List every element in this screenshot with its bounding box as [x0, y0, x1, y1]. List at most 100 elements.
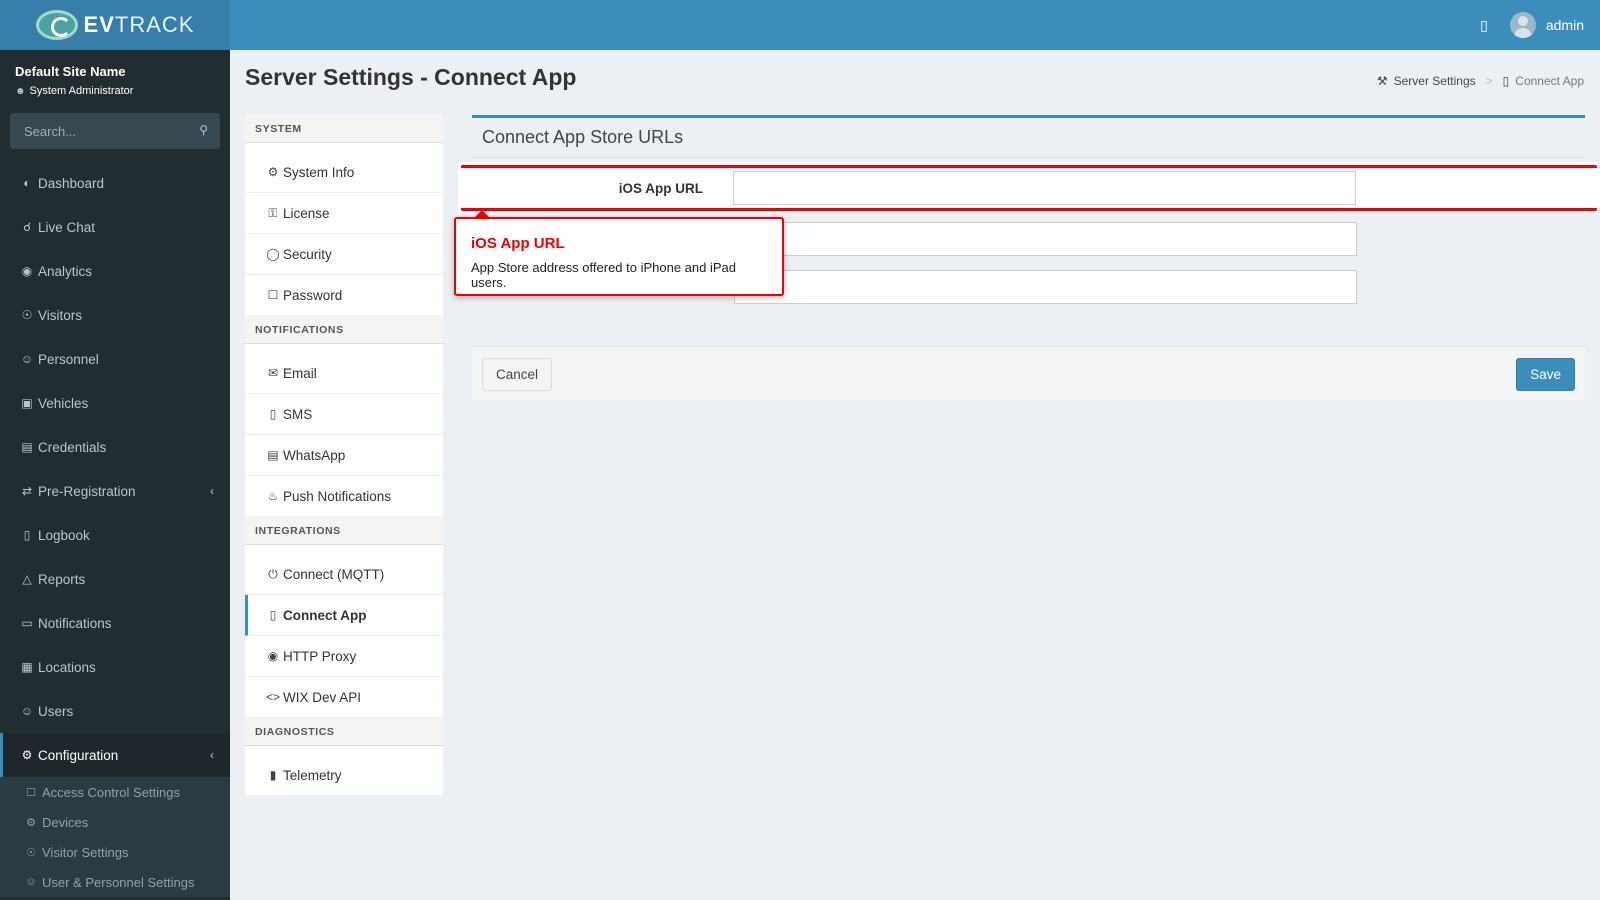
- shield-icon: ◯: [266, 247, 280, 261]
- sidebar-subitem-visitor-settings[interactable]: ☉ Visitor Settings: [0, 837, 230, 867]
- sidebar-item-reports[interactable]: △ Reports: [0, 557, 230, 601]
- sidebar-item-locations[interactable]: ▦ Locations: [0, 645, 230, 689]
- sidebar-item-live-chat[interactable]: ☌ Live Chat: [0, 205, 230, 249]
- sidebar-item-label: Dashboard: [38, 175, 105, 191]
- menu-item-password[interactable]: ☐ Password: [245, 275, 443, 316]
- menu-item-label: Connect App: [283, 607, 367, 623]
- search-input[interactable]: [10, 113, 220, 149]
- sidebar-item-vehicles[interactable]: ▣ Vehicles: [0, 381, 230, 425]
- menu-item-connect-mqtt[interactable]: ⏻ Connect (MQTT): [245, 554, 443, 595]
- menu-item-label: Connect (MQTT): [283, 566, 385, 582]
- sidebar-item-label: Personnel: [38, 351, 99, 367]
- sidebar-subitem-user-personnel[interactable]: ☺ User & Personnel Settings: [0, 867, 230, 897]
- sidebar-item-dashboard[interactable]: ◐ Dashboard: [0, 161, 230, 205]
- users-icon: ☺: [25, 876, 37, 888]
- menu-item-label: SMS: [283, 406, 313, 422]
- gear-icon: ⚙: [21, 748, 33, 762]
- eye-icon: ☉: [21, 308, 33, 322]
- page-title: Server Settings - Connect App: [245, 64, 577, 90]
- menu-item-label: Password: [283, 287, 343, 303]
- chart-icon: △: [22, 572, 32, 586]
- analytics-icon: ◉: [21, 264, 33, 278]
- menu-item-email[interactable]: ✉ Email: [245, 353, 443, 394]
- sidebar-item-label: Logbook: [38, 527, 90, 543]
- mobile-icon: ▯: [1502, 74, 1510, 88]
- avatar: [1509, 12, 1536, 38]
- sidebar-item-label: Visitors: [38, 307, 83, 323]
- personnel-icon: ☺: [20, 352, 34, 366]
- menu-header-integrations: INTEGRATIONS: [245, 517, 443, 545]
- sidebar-subitem-access-control[interactable]: ☐ Access Control Settings: [0, 777, 230, 807]
- menu-item-security[interactable]: ◯ Security: [245, 234, 443, 275]
- car-icon: ▣: [21, 396, 33, 410]
- menu-item-wix-dev-api[interactable]: <> WIX Dev API: [245, 677, 443, 718]
- mobile-icon: ▯: [269, 407, 277, 421]
- breadcrumb-current: Connect App: [1515, 74, 1584, 88]
- tooltip-body: App Store address offered to iPhone and …: [471, 260, 737, 290]
- sidebar-item-credentials[interactable]: ▤ Credentials: [0, 425, 230, 469]
- message-icon: ▤: [267, 448, 279, 462]
- user-name: admin: [1545, 17, 1584, 33]
- brand-name: EVTRACK: [83, 12, 195, 37]
- ios-url-label: iOS App URL: [618, 180, 703, 196]
- sidebar-subitem-label: Access Control Settings: [42, 784, 181, 800]
- sidebar-item-label: Live Chat: [38, 219, 96, 235]
- plug-icon: ⏻: [268, 566, 278, 581]
- breadcrumb-parent[interactable]: Server Settings: [1394, 74, 1476, 88]
- search-icon[interactable]: ⚲: [199, 123, 208, 137]
- building-icon[interactable]: ▯: [1480, 17, 1488, 34]
- android-url-input[interactable]: [734, 222, 1357, 256]
- sidebar-item-notifications[interactable]: ▭ Notifications: [0, 601, 230, 645]
- sidebar-item-label: Users: [38, 703, 74, 719]
- third-url-input[interactable]: [734, 270, 1357, 304]
- book-icon: ▯: [23, 528, 31, 542]
- sidebar-item-logbook[interactable]: ▯ Logbook: [0, 513, 230, 557]
- field-tooltip: iOS App URL App Store address offered to…: [454, 210, 784, 296]
- sidebar-subitem-label: Devices: [42, 814, 89, 830]
- ios-url-input[interactable]: [733, 171, 1356, 205]
- top-navbar: EVTRACK ▯ admin: [0, 0, 1600, 50]
- menu-header-system: SYSTEM: [245, 115, 443, 143]
- mobile-icon: ▯: [269, 608, 277, 622]
- user-icon: ☻: [15, 85, 26, 97]
- sidebar-nav: ◐ Dashboard ☌ Live Chat ◉ Analytics ☉ Visito…: [0, 161, 230, 777]
- headset-icon: ☌: [22, 220, 32, 234]
- tooltip-title: iOS App URL: [471, 235, 565, 252]
- credential-icon: ▤: [21, 440, 33, 454]
- sidebar-item-personnel[interactable]: ☺ Personnel: [0, 337, 230, 381]
- chevron-left-icon: ‹: [210, 748, 214, 762]
- menu-item-sms[interactable]: ▯ SMS: [245, 394, 443, 435]
- user-menu[interactable]: admin: [1509, 12, 1584, 38]
- menu-item-system-info[interactable]: ⚙ System Info: [245, 152, 443, 193]
- box-footer: Cancel Save: [472, 346, 1585, 400]
- menu-item-connect-app[interactable]: ▯ Connect App: [245, 595, 443, 636]
- arrows-icon: ⇄: [21, 484, 33, 498]
- menu-item-http-proxy[interactable]: ◉ HTTP Proxy: [245, 636, 443, 677]
- notification-icon: ▭: [21, 616, 33, 630]
- sidebar-item-label: Credentials: [38, 439, 107, 455]
- devices-icon: ⚙: [26, 816, 36, 829]
- menu-item-label: License: [283, 205, 330, 221]
- envelope-icon: ✉: [267, 366, 279, 380]
- sidebar-item-label: Reports: [38, 571, 86, 587]
- wrench-icon: ⚒: [1376, 74, 1388, 88]
- menu-item-whatsapp[interactable]: ▤ WhatsApp: [245, 435, 443, 476]
- menu-item-label: Telemetry: [283, 767, 342, 783]
- brand-logo[interactable]: EVTRACK: [0, 0, 230, 50]
- menu-item-telemetry[interactable]: ▮ Telemetry: [245, 755, 443, 796]
- sidebar-item-configuration[interactable]: ⚙ Configuration ‹: [0, 733, 230, 777]
- menu-item-push-notifications[interactable]: ♨ Push Notifications: [245, 476, 443, 517]
- lock-icon: ☐: [26, 786, 36, 799]
- cancel-button[interactable]: Cancel: [482, 358, 553, 391]
- menu-item-license[interactable]: ⚿ License: [245, 193, 443, 234]
- sidebar-item-pre-registration[interactable]: ⇄ Pre-Registration ‹: [0, 469, 230, 513]
- save-button[interactable]: Save: [1516, 358, 1575, 391]
- settings-menu: SYSTEM ⚙ System Info ⚿ License ◯ Security ☐…: [245, 115, 443, 796]
- sidebar-item-analytics[interactable]: ◉ Analytics: [0, 249, 230, 293]
- sidebar-subitem-label: User & Personnel Settings: [42, 874, 195, 890]
- sidebar-item-users[interactable]: ☺ Users: [0, 689, 230, 733]
- sidebar-item-visitors[interactable]: ☉ Visitors: [0, 293, 230, 337]
- user-role: ☻ System Administrator: [15, 85, 215, 97]
- gear-icon: ⚙: [267, 165, 279, 179]
- sidebar-subitem-devices[interactable]: ⚙ Devices: [0, 807, 230, 837]
